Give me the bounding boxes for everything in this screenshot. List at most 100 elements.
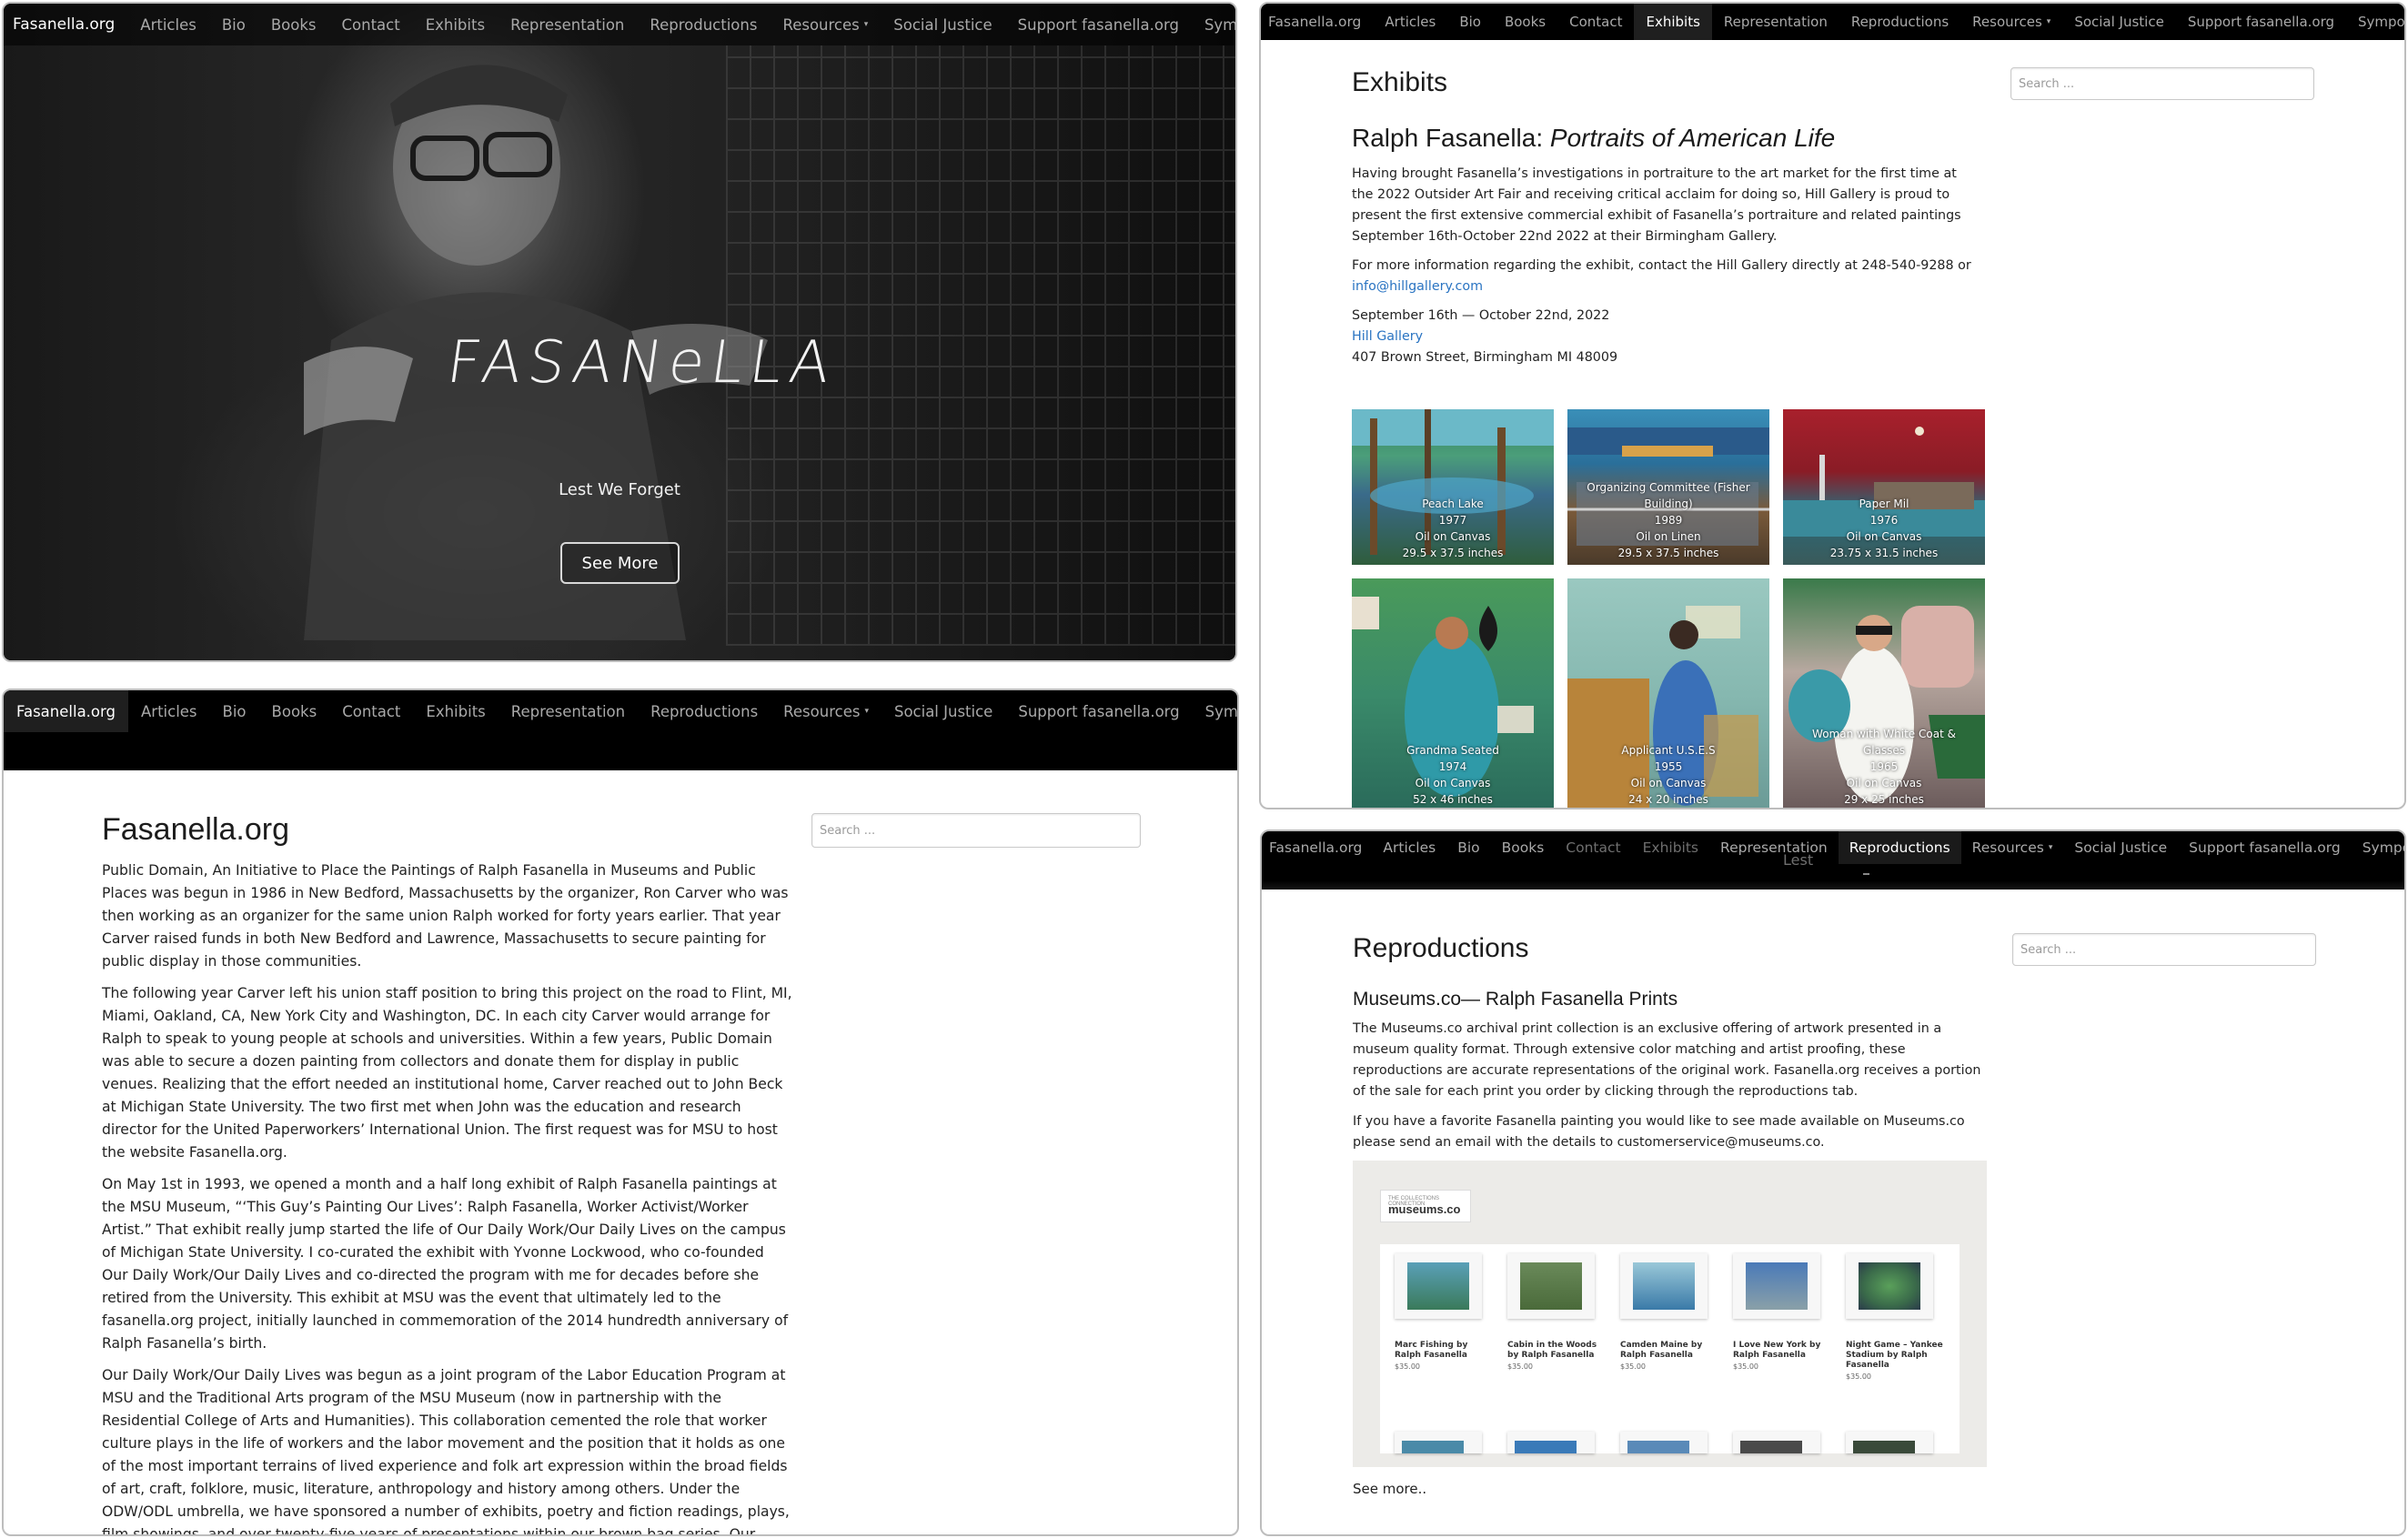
hero-panel: Fasanella.org Articles Bio Books Contact… [2, 2, 1237, 662]
product-image [1746, 1262, 1808, 1310]
reproductions-subtitle: Museums.co— Ralph Fasanella Prints [1353, 989, 1678, 1010]
nav-item-representation[interactable]: Representation [1712, 4, 1839, 40]
painting-tile[interactable]: Applicant U.S.E.S 1955 Oil on Canvas 24 x 2… [1567, 578, 1769, 808]
painting-tile[interactable]: Paper Mil 1976 Oil on Canvas 23.75 x 31.5 i… [1783, 409, 1985, 565]
painting-year: 1976 [1869, 514, 1899, 527]
nav-item-representation[interactable]: Representation [1709, 831, 1839, 864]
painting-tile[interactable]: Organizing Committee (Fisher Building) 19… [1567, 409, 1769, 565]
nav-item-bio[interactable]: Bio [1446, 831, 1490, 864]
home-paragraph: The following year Carver left his union… [102, 985, 792, 1161]
nav-item-resources[interactable]: Resources ▾ [1960, 4, 2062, 40]
nav-item-social-justice[interactable]: Social Justice [881, 4, 1004, 45]
painting-medium: Oil on Canvas [1846, 777, 1922, 789]
product-frame [1620, 1253, 1708, 1319]
painting-caption: Peach Lake 1977 Oil on Canvas 29.5 x 37.5 i… [1352, 496, 1554, 565]
painting-title: Paper Mil [1859, 498, 1909, 510]
product-frame-partial [1846, 1432, 1933, 1453]
nav-item-books[interactable]: Books [1491, 831, 1556, 864]
nav-item-resources[interactable]: Resources ▾ [1961, 831, 2064, 864]
nav-item-symposium[interactable]: Symposium [1193, 690, 1237, 732]
nav-item-exhibits[interactable]: Exhibits [1632, 831, 1709, 864]
nav-item-books[interactable]: Books [259, 690, 330, 732]
exhibit-subtitle-italic: Portraits of American Life [1549, 124, 1836, 152]
painting-tile[interactable]: Grandma Seated 1974 Oil on Canvas 52 x 46 i… [1352, 578, 1554, 808]
caret-down-icon: ▾ [2048, 843, 2053, 852]
nav-item-articles[interactable]: Articles [1372, 831, 1446, 864]
nav-item-symposium[interactable]: Symposium [2352, 831, 2404, 864]
painting-size: 52 x 46 inches [1413, 793, 1493, 806]
nav-item-support[interactable]: Support fasanella.org [1005, 690, 1192, 732]
nav-item-articles[interactable]: Articles [127, 4, 209, 45]
nav-item-representation[interactable]: Representation [499, 690, 638, 732]
product-price: $35.00 [1507, 1362, 1533, 1371]
museums-logo: THE COLLECTIONS CONNECTION museums.co [1380, 1190, 1471, 1222]
nav-item-articles[interactable]: Articles [128, 690, 210, 732]
nav-item-exhibits[interactable]: Exhibits [1634, 4, 1712, 40]
gallery-link[interactable]: Hill Gallery [1352, 327, 1980, 347]
nav-item-books[interactable]: Books [258, 4, 329, 45]
nav-item-representation[interactable]: Representation [498, 4, 637, 45]
nav-item-reproductions[interactable]: Reproductions [637, 4, 770, 45]
exhibit-contact-text: For more information regarding the exhib… [1352, 258, 1971, 273]
nav-item-bio[interactable]: Bio [209, 4, 258, 45]
nav-item-contact[interactable]: Contact [329, 4, 413, 45]
nav-item-reproductions[interactable]: Reproductions [1839, 4, 1960, 40]
nav-brand[interactable]: Fasanella.org [1262, 831, 1372, 864]
search-input[interactable]: Search ... [2012, 933, 2316, 966]
ghost-divider [1863, 873, 1869, 875]
see-more-link[interactable]: See more.. [1353, 1481, 1426, 1497]
nav-item-symposium[interactable]: Symposium [1192, 4, 1235, 45]
painting-caption: Woman with White Coat & Glasses 1965 Oil o… [1783, 726, 1985, 808]
nav-brand[interactable]: Fasanella.org [4, 4, 127, 45]
nav-item-resources-label: Resources [782, 15, 860, 34]
see-more-button[interactable]: See More [560, 542, 680, 584]
nav-item-reproductions[interactable]: Reproductions [1838, 831, 1961, 864]
nav-item-bio[interactable]: Bio [210, 690, 259, 732]
nav-brand[interactable]: Fasanella.org [4, 690, 128, 732]
nav-item-symposium[interactable]: Symposium [2346, 4, 2404, 40]
nav-item-articles[interactable]: Articles [1373, 4, 1447, 40]
product-title: Cabin in the Woods by Ralph Fasanella [1507, 1341, 1597, 1360]
painting-title: Peach Lake [1422, 498, 1484, 510]
painting-title: Applicant U.S.E.S [1621, 744, 1716, 757]
exhibit-contact-paragraph: For more information regarding the exhib… [1352, 256, 1980, 297]
product-frame [1507, 1253, 1595, 1319]
painting-tile[interactable]: Woman with White Coat & Glasses 1965 Oil o… [1783, 578, 1985, 808]
painting-tile[interactable]: Peach Lake 1977 Oil on Canvas 29.5 x 37.5 i… [1352, 409, 1554, 565]
painting-medium: Oil on Canvas [1846, 530, 1922, 543]
painting-medium: Oil on Canvas [1415, 777, 1491, 789]
nav-item-resources[interactable]: Resources ▾ [771, 690, 882, 732]
search-input[interactable]: Search ... [811, 813, 1141, 848]
nav-item-social-justice[interactable]: Social Justice [2063, 831, 2178, 864]
nav-item-support[interactable]: Support fasanella.org [2178, 831, 2352, 864]
nav-item-books[interactable]: Books [1493, 4, 1557, 40]
painting-size: 29.5 x 37.5 inches [1617, 547, 1719, 559]
reproductions-body: The Museums.co archival print collection… [1353, 1019, 1990, 1162]
museums-shop-preview[interactable]: THE COLLECTIONS CONNECTION museums.co Ma… [1353, 1161, 1987, 1467]
nav-item-contact[interactable]: Contact [1557, 4, 1634, 40]
hero-logo-text: FASANeLLA [442, 329, 841, 397]
product-image [1402, 1441, 1464, 1453]
nav-item-reproductions[interactable]: Reproductions [638, 690, 771, 732]
nav-brand[interactable]: Fasanella.org [1261, 4, 1373, 40]
product-image [1853, 1441, 1915, 1453]
nav-item-resources[interactable]: Resources ▾ [770, 4, 881, 45]
painting-year: 1977 [1438, 514, 1467, 527]
museums-logo-name: museums.co [1388, 1202, 1461, 1216]
nav-item-contact[interactable]: Contact [1555, 831, 1631, 864]
nav-item-social-justice[interactable]: Social Justice [882, 690, 1005, 732]
nav-item-exhibits[interactable]: Exhibits [413, 4, 498, 45]
product-frame [1733, 1253, 1820, 1319]
email-link[interactable]: info@hillgallery.com [1352, 279, 1483, 294]
product-price: $35.00 [1846, 1372, 1871, 1381]
nav-item-social-justice[interactable]: Social Justice [2062, 4, 2176, 40]
search-input[interactable]: Search ... [2010, 67, 2314, 100]
nav-item-bio[interactable]: Bio [1447, 4, 1493, 40]
nav-item-support[interactable]: Support fasanella.org [1005, 4, 1192, 45]
product-frame [1846, 1253, 1933, 1319]
nav-item-exhibits[interactable]: Exhibits [413, 690, 498, 732]
painting-year: 1974 [1438, 760, 1467, 773]
nav-item-support[interactable]: Support fasanella.org [2176, 4, 2346, 40]
nav-item-contact[interactable]: Contact [329, 690, 413, 732]
exhibit-subtitle: Ralph Fasanella: Portraits of American L… [1352, 124, 1835, 153]
